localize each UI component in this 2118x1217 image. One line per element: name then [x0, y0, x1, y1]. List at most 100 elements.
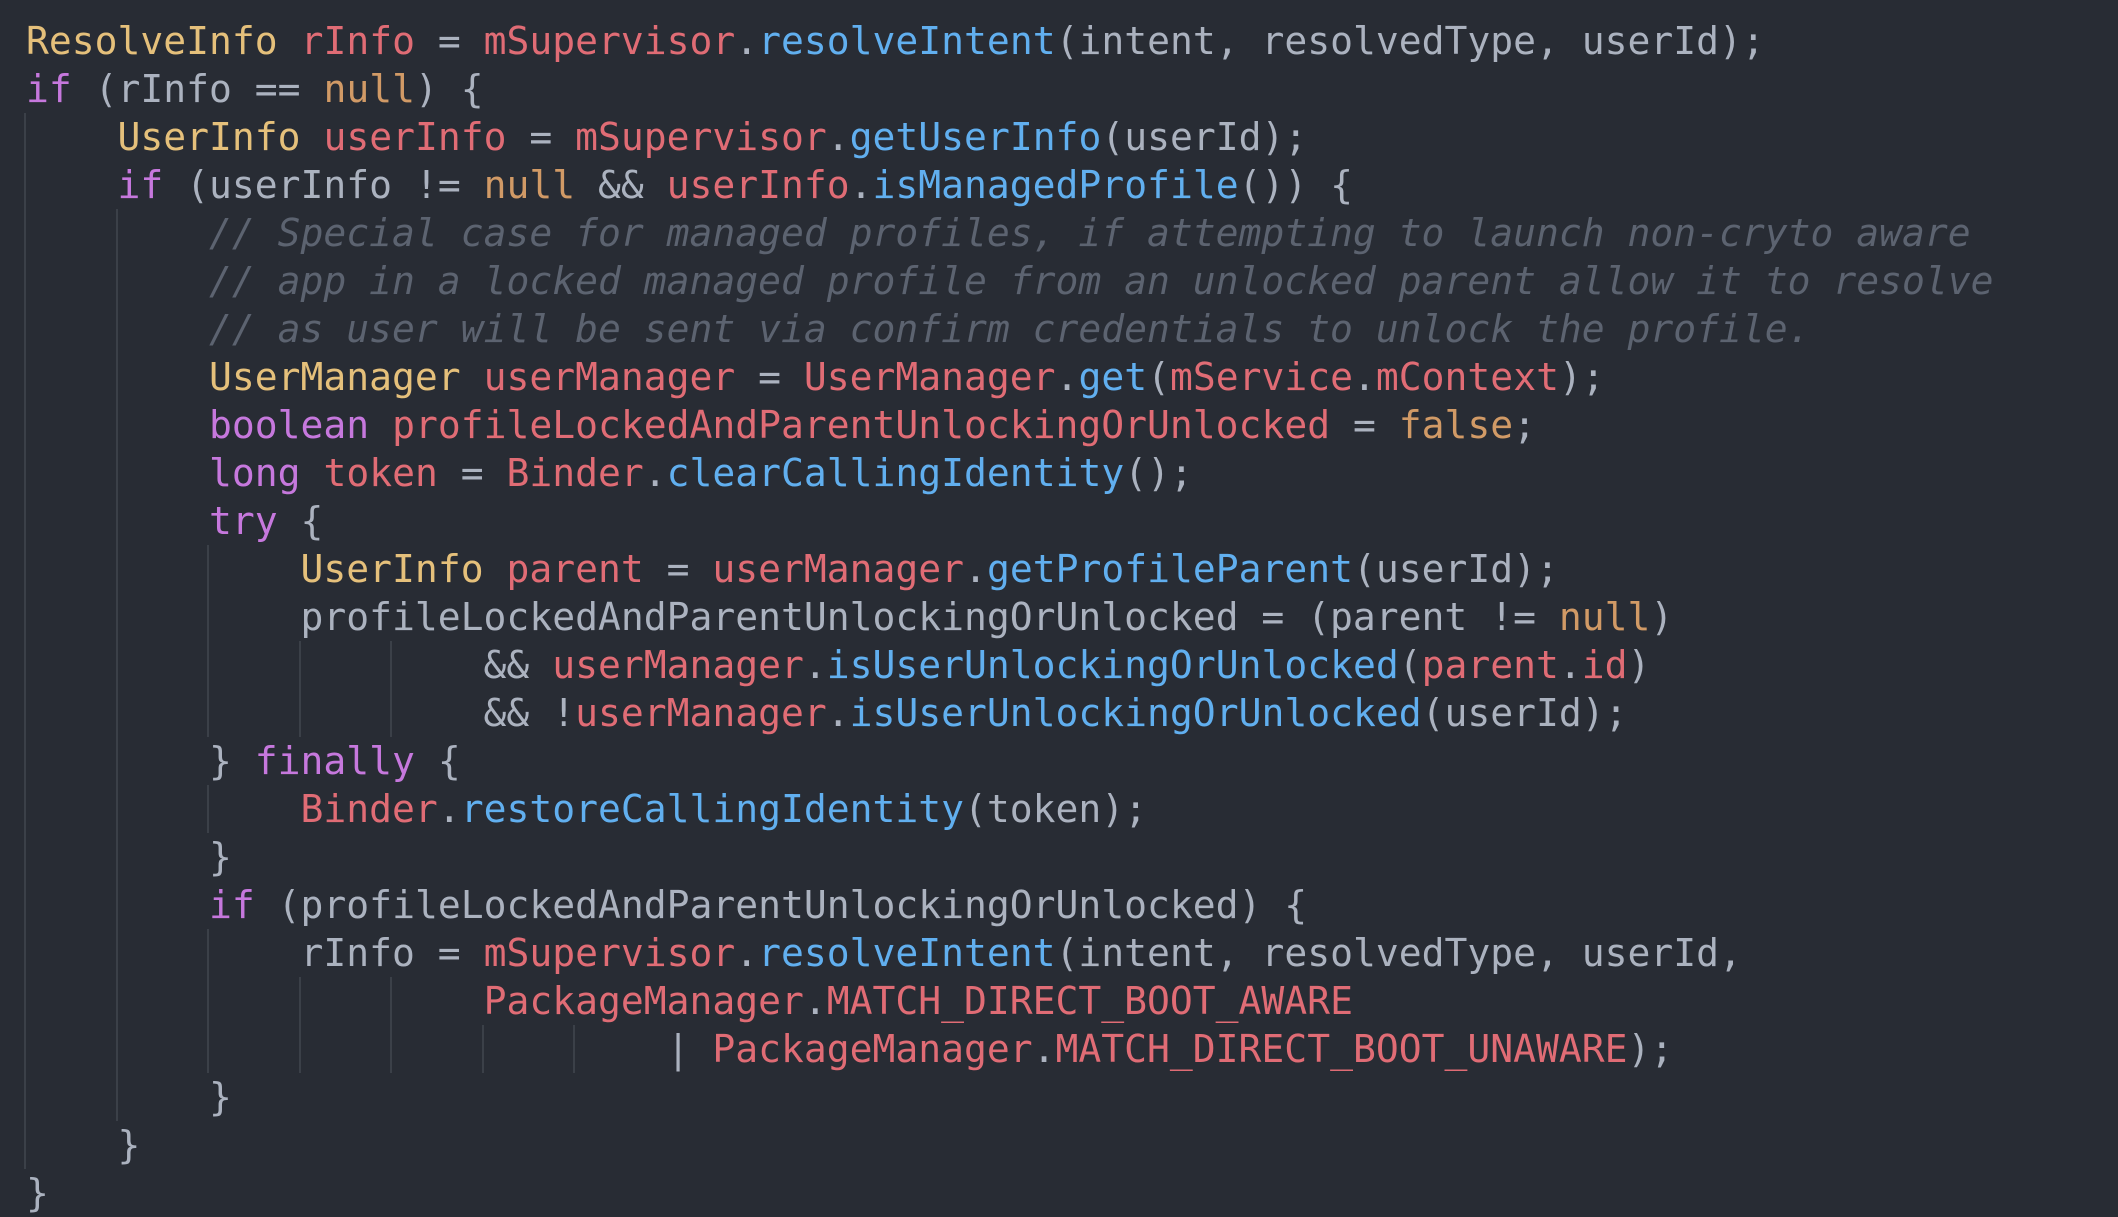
code-token: ;	[1513, 403, 1536, 447]
code-line: long token = Binder.clearCallingIdentity…	[24, 449, 1994, 497]
code-token: ();	[1124, 451, 1193, 495]
code-token: );	[1627, 1027, 1674, 1071]
code-line: } finally {	[24, 737, 1994, 785]
code-token: resolveIntent	[758, 931, 1056, 975]
code-line: // app in a locked managed profile from …	[24, 257, 1994, 305]
code-token: MATCH_DIRECT_BOOT_UNAWARE	[1055, 1027, 1628, 1071]
code-line: Binder.restoreCallingIdentity(token);	[24, 785, 1994, 833]
code-token: long	[209, 451, 301, 495]
code-token: getUserInfo	[849, 115, 1102, 159]
code-line: ResolveInfo rInfo = mSupervisor.resolveI…	[26, 17, 1994, 65]
code-token: mSupervisor	[483, 931, 736, 975]
code-token: null	[483, 163, 576, 207]
code-token: userInfo	[666, 163, 850, 207]
code-token: UserInfo	[117, 115, 301, 159]
code-token: try	[209, 499, 278, 543]
code-token: parent	[1421, 643, 1559, 687]
code-token: Binder	[506, 451, 644, 495]
code-token: .	[1558, 643, 1582, 687]
code-token: isUserUnlockingOrUnlocked	[826, 643, 1399, 687]
code-token: =	[643, 547, 713, 591]
code-token: false	[1398, 403, 1514, 447]
code-token: userManager	[483, 355, 736, 399]
code-token: // Special case for managed profiles, if…	[209, 211, 1971, 255]
code-token: rInfo =	[26, 931, 484, 975]
code-token: (userId);	[1101, 115, 1308, 159]
code-token: if	[209, 883, 255, 927]
code-token: (token);	[964, 787, 1148, 831]
code-token: }	[26, 1075, 232, 1119]
code-token: =	[414, 19, 484, 63]
code-token: // as user will be sent via confirm cred…	[209, 307, 1811, 351]
code-token: }	[26, 1171, 49, 1215]
code-token: mSupervisor	[483, 19, 736, 63]
code-line: try {	[24, 497, 1994, 545]
code-token: (	[1147, 355, 1170, 399]
code-line: UserManager userManager = UserManager.ge…	[24, 353, 1994, 401]
code-line: | PackageManager.MATCH_DIRECT_BOOT_UNAWA…	[24, 1025, 1994, 1073]
code-token: =	[437, 451, 507, 495]
code-token: .	[803, 643, 827, 687]
code-token: }	[26, 835, 232, 879]
code-token: .	[1353, 355, 1376, 399]
code-token: isManagedProfile	[872, 163, 1239, 207]
code-line: UserInfo userInfo = mSupervisor.getUserI…	[24, 113, 1994, 161]
code-token: profileLockedAndParentUnlockingOrUnlocke…	[26, 595, 1559, 639]
code-token: .	[1032, 1027, 1056, 1071]
code-token: resolveIntent	[758, 19, 1056, 63]
code-token: &&	[26, 643, 553, 687]
code-line: && !userManager.isUserUnlockingOrUnlocke…	[24, 689, 1994, 737]
code-token: (intent, resolvedType, userId,	[1055, 931, 1742, 975]
code-token: |	[26, 1027, 713, 1071]
code-token: parent	[506, 547, 644, 591]
code-token: && !	[26, 691, 576, 735]
code-token: =	[506, 115, 576, 159]
code-token: {	[414, 739, 461, 783]
code-token: }	[26, 739, 255, 783]
code-line: // Special case for managed profiles, if…	[24, 209, 1994, 257]
code-token: (intent, resolvedType, userId);	[1055, 19, 1765, 63]
code-token: mSupervisor	[575, 115, 827, 159]
code-token: )	[1650, 595, 1674, 639]
code-token: ()) {	[1238, 163, 1353, 207]
code-token: .	[735, 931, 759, 975]
code-token: (userId);	[1353, 547, 1559, 591]
code-token: .	[826, 115, 850, 159]
code-token: =	[735, 355, 804, 399]
code-token: =	[1330, 403, 1399, 447]
code-token: PackageManager	[712, 1027, 1033, 1071]
code-line: if (profileLockedAndParentUnlockingOrUnl…	[24, 881, 1994, 929]
code-token: userManager	[552, 643, 804, 687]
code-token: null	[1558, 595, 1651, 639]
code-token: userInfo	[323, 115, 507, 159]
code-token: (	[1398, 643, 1422, 687]
code-token: if	[117, 163, 164, 207]
code-token: .	[826, 691, 850, 735]
code-token: mService	[1170, 355, 1354, 399]
code-token: (rInfo ==	[71, 67, 324, 111]
code-token: .	[964, 547, 987, 591]
code-token: (userInfo !=	[163, 163, 484, 207]
code-token: );	[1558, 355, 1605, 399]
code-token: token	[323, 451, 438, 495]
code-line: boolean profileLockedAndParentUnlockingO…	[24, 401, 1994, 449]
code-editor[interactable]: ResolveInfo rInfo = mSupervisor.resolveI…	[24, 17, 1994, 1217]
code-token: MATCH_DIRECT_BOOT_AWARE	[826, 979, 1353, 1023]
code-line: PackageManager.MATCH_DIRECT_BOOT_AWARE	[24, 977, 1994, 1025]
code-token: .	[437, 787, 461, 831]
code-token: UserManager	[803, 355, 1056, 399]
code-line: profileLockedAndParentUnlockingOrUnlocke…	[24, 593, 1994, 641]
